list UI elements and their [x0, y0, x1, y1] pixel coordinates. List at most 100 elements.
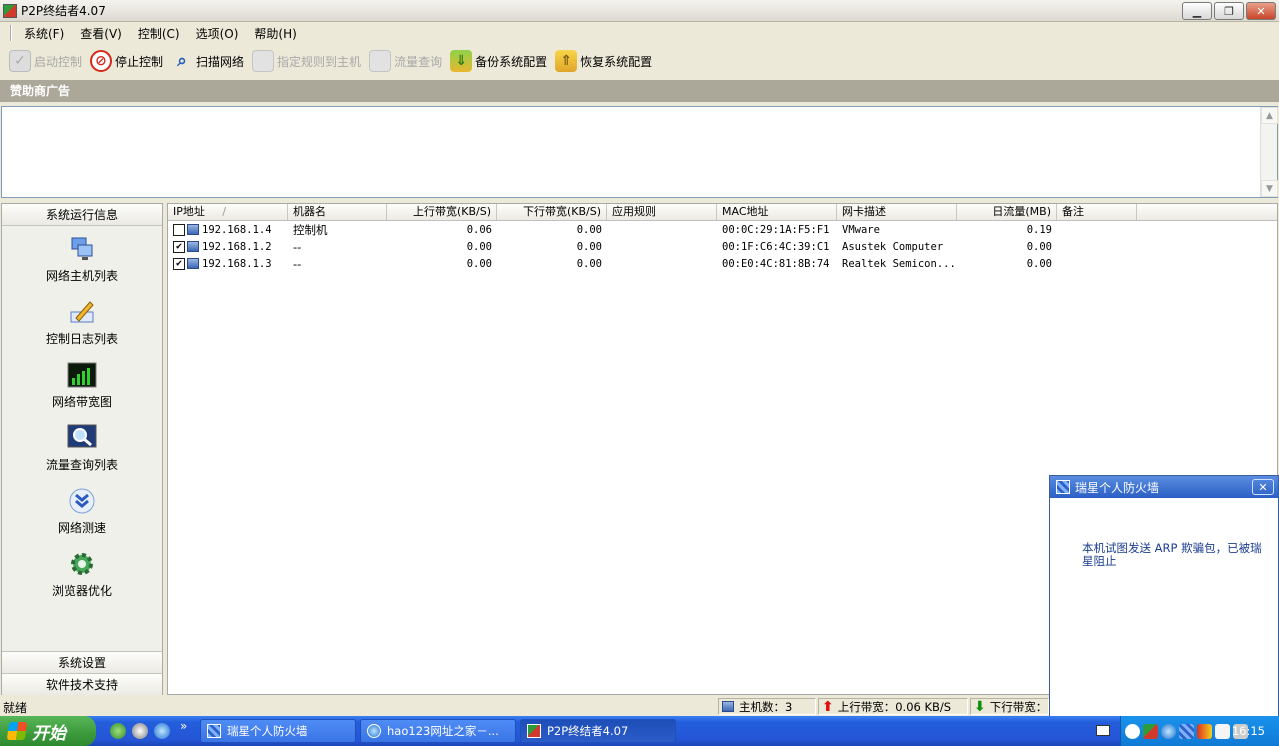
sidebar-item-label: 控制日志列表	[45, 332, 118, 346]
cell-traffic: 0.00	[1026, 240, 1052, 253]
sponsor-bar: 赞助商广告	[0, 80, 1279, 102]
clock: 16:15	[1231, 724, 1265, 738]
scroll-down-icon[interactable]: ▼	[1261, 180, 1278, 197]
stop-control-button[interactable]: ⊘ 停止控制	[87, 47, 166, 75]
traffic-query-button[interactable]: 流量查询	[366, 47, 445, 75]
system-tray: 16:15	[1120, 716, 1279, 746]
host-count-icon	[722, 701, 734, 712]
sidebar-item-control-log[interactable]: 控制日志列表	[2, 289, 162, 352]
tray-p2p-icon[interactable]	[1143, 723, 1158, 739]
media-player-icon[interactable]	[132, 723, 148, 739]
assign-rule-button[interactable]: 指定规则到主机	[249, 47, 364, 75]
cell-nic: Realtek Semicon...	[842, 257, 956, 270]
internet-explorer-icon[interactable]	[154, 723, 170, 739]
row-checkbox[interactable]	[173, 223, 185, 236]
backup-icon: ⇓	[450, 50, 473, 72]
rule-icon	[252, 50, 275, 72]
download-arrow-icon: ⬇	[974, 698, 986, 715]
menu-control[interactable]: 控制(C)	[130, 25, 188, 42]
menu-system[interactable]: 系统(F)	[16, 25, 72, 42]
table-row[interactable]: ✔ 192.168.1.3 -- 0.00 0.00 00:E0:4C:81:8B…	[168, 255, 1277, 272]
sidebar-tech-support[interactable]: 软件技术支持	[2, 673, 162, 695]
tray-volume-icon[interactable]	[1215, 723, 1230, 739]
task-firewall[interactable]: 瑞星个人防火墙	[200, 719, 356, 743]
col-download[interactable]: 下行带宽(KB/S)	[497, 204, 607, 220]
computer-icon	[187, 241, 199, 252]
sidebar-item-bandwidth-chart[interactable]: 网络带宽图	[2, 352, 162, 415]
minimize-button[interactable]: ▁	[1182, 2, 1212, 20]
table-row[interactable]: 192.168.1.4 控制机 0.06 0.00 00:0C:29:1A:F5…	[168, 221, 1277, 238]
quicklaunch-icon[interactable]	[110, 723, 126, 739]
network-hosts-icon	[67, 234, 97, 264]
scan-icon: ⌕	[177, 51, 187, 71]
cell-ip: 192.168.1.2	[202, 240, 272, 253]
sidebar-item-speed-test[interactable]: 网络测速	[2, 478, 162, 541]
backup-config-button[interactable]: ⇓ 备份系统配置	[447, 47, 550, 75]
quicklaunch-more-icon[interactable]: »	[180, 719, 187, 733]
row-checkbox[interactable]: ✔	[173, 257, 185, 270]
col-nic[interactable]: 网卡描述	[837, 204, 957, 220]
tray-network-icon[interactable]	[1161, 723, 1176, 739]
keyboard-icon[interactable]	[1096, 725, 1110, 736]
menu-bar: 系统(F) 查看(V) 控制(C) 选项(O) 帮助(H)	[0, 22, 1279, 44]
popup-title-bar: 瑞星个人防火墙 ✕	[1050, 476, 1278, 498]
menu-help[interactable]: 帮助(H)	[246, 25, 304, 42]
table-row[interactable]: ✔ 192.168.1.2 -- 0.00 0.00 00:1F:C6:4C:39…	[168, 238, 1277, 255]
scroll-up-icon[interactable]: ▲	[1261, 107, 1278, 124]
scan-network-button[interactable]: ⌕ 扫描网络	[168, 47, 247, 75]
computer-icon	[187, 224, 199, 235]
col-note[interactable]: 备注	[1057, 204, 1137, 220]
cell-upload: 0.00	[466, 257, 492, 270]
computer-icon	[187, 258, 199, 269]
tray-arrow-icon[interactable]	[1125, 723, 1140, 739]
col-machine-name[interactable]: 机器名	[288, 204, 387, 220]
sort-asc-icon: /	[222, 205, 227, 218]
cell-ip: 192.168.1.4	[202, 223, 272, 236]
close-button[interactable]: ✕	[1246, 2, 1276, 20]
sidebar-item-label: 网络带宽图	[51, 395, 112, 409]
stop-icon: ⊘	[90, 50, 113, 72]
sidebar-item-browser-optimize[interactable]: 浏览器优化	[2, 541, 162, 604]
cell-traffic: 0.00	[1026, 257, 1052, 270]
col-mac[interactable]: MAC地址	[717, 204, 837, 220]
start-button[interactable]: 开始	[0, 716, 96, 746]
cell-mac: 00:0C:29:1A:F5:F1	[722, 223, 830, 236]
restore-button[interactable]: ❐	[1214, 2, 1244, 20]
tray-antivirus-icon[interactable]	[1197, 723, 1212, 739]
status-download: ⬇ 下行带宽：	[970, 698, 1049, 715]
scan-network-label: 扫描网络	[196, 54, 245, 69]
traffic-icon	[369, 50, 392, 72]
cell-nic: Asustek Computer	[842, 240, 944, 253]
cell-traffic: 0.19	[1026, 223, 1052, 236]
start-label: 开始	[32, 723, 66, 744]
speed-test-icon	[67, 486, 97, 516]
popup-title: 瑞星个人防火墙	[1075, 480, 1160, 495]
tray-firewall-icon[interactable]	[1179, 723, 1194, 739]
start-control-button[interactable]: ✓ 启动控制	[6, 47, 85, 75]
col-traffic[interactable]: 日流量(MB)	[957, 204, 1057, 220]
menu-view[interactable]: 查看(V)	[72, 25, 130, 42]
title-bar: P2P终结者4.07 ▁ ❐ ✕	[0, 0, 1279, 22]
menu-options[interactable]: 选项(O)	[188, 25, 247, 42]
restore-config-button[interactable]: ⇑ 恢复系统配置	[552, 47, 655, 75]
cell-nic: VMware	[842, 223, 880, 236]
sidebar: 系统运行信息 网络主机列表 控制日志列表 网络带宽图 流量查询列表 网络测速 浏	[1, 203, 163, 695]
browser-optimize-icon	[67, 549, 97, 579]
upload-arrow-icon: ⬆	[822, 698, 834, 715]
bandwidth-chart-icon	[67, 360, 97, 390]
sidebar-item-traffic-query[interactable]: 流量查询列表	[2, 415, 162, 478]
col-upload[interactable]: 上行带宽(KB/S)	[387, 204, 497, 220]
row-checkbox[interactable]: ✔	[173, 240, 185, 253]
task-browser[interactable]: hao123网址之家－...	[360, 719, 516, 743]
sidebar-header[interactable]: 系统运行信息	[2, 204, 162, 226]
start-icon: ✓	[9, 50, 31, 72]
task-p2p[interactable]: P2P终结者4.07	[520, 719, 676, 743]
popup-close-button[interactable]: ✕	[1252, 479, 1274, 495]
ad-panel: ▲ ▼	[1, 106, 1278, 198]
sidebar-item-network-hosts[interactable]: 网络主机列表	[2, 226, 162, 289]
sidebar-system-settings[interactable]: 系统设置	[2, 651, 162, 673]
cell-mac: 00:E0:4C:81:8B:74	[722, 257, 830, 270]
col-rule[interactable]: 应用规则	[607, 204, 717, 220]
ad-scrollbar[interactable]: ▲ ▼	[1260, 107, 1278, 197]
col-ip[interactable]: IP地址 /	[168, 204, 288, 220]
